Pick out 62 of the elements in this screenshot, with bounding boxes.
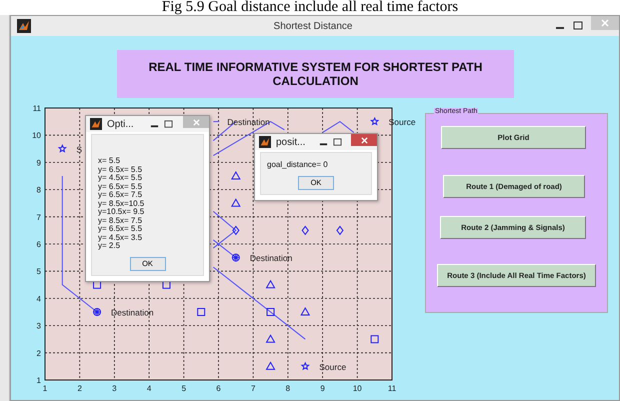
tick-label: 5 [36, 267, 41, 276]
square-marker [197, 308, 206, 316]
star-marker [370, 116, 380, 126]
app-icon [90, 118, 102, 130]
star-marker [300, 362, 310, 370]
route-line [322, 120, 354, 133]
square-marker [266, 308, 275, 316]
maximize-icon[interactable] [573, 21, 583, 31]
square-marker [370, 335, 379, 344]
triangle-marker [266, 334, 276, 343]
app-icon [259, 136, 271, 148]
tick-label: 8 [36, 186, 41, 195]
circle-marker [93, 308, 102, 316]
tick-label: 11 [32, 104, 41, 113]
tick-label: 10 [352, 384, 362, 393]
triangle-marker [266, 361, 276, 370]
tick-label: 6 [36, 240, 41, 249]
tick-label: 5 [182, 384, 186, 393]
maximize-icon[interactable] [333, 138, 342, 146]
triangle-marker [300, 307, 310, 316]
figure-caption: Fig 5.9 Goal distance include all real time factors [160, 0, 460, 15]
dialog-message: goal_distance= 0 [267, 161, 329, 170]
app-icon [17, 19, 31, 33]
tick-label: 1 [36, 376, 41, 385]
diamond-marker [232, 226, 240, 236]
dialog-message: x= 5.5 y= 6.5x= 5.5 y= 4.5x= 5.5 y= 6.5x= 5.5 y= 6.5x= 7.5 y= 8.5x=10.5 y=10.5x= 9.5 y= 8.5x= 7.5 y= 6.5x= 5.5 y= 4.5x= 3.5 y= 2.5 [98, 157, 146, 250]
point-label: Source [319, 362, 346, 372]
point-label: Destination [250, 253, 292, 264]
close-icon [192, 118, 200, 126]
tick-label: 10 [32, 131, 41, 140]
tick-label: 7 [250, 384, 256, 393]
circle-marker [232, 254, 240, 262]
star-marker [58, 144, 67, 153]
tick-label: 11 [388, 384, 396, 393]
header-banner: REAL TIME INFORMATIVE SYSTEM FOR SHORTEST PATH CALCULATION [117, 50, 514, 98]
tick-label: 8 [286, 384, 290, 393]
tick-label: 2 [36, 348, 41, 358]
window-title: Shortest Distance [272, 20, 354, 32]
diamond-marker [336, 226, 344, 236]
tick-label: 3 [112, 384, 117, 393]
close-icon [360, 136, 368, 144]
dialog-title: Opti... [107, 118, 135, 130]
tick-label: 4 [36, 294, 41, 304]
maximize-icon[interactable] [164, 120, 173, 128]
tick-label: 2 [77, 384, 82, 393]
close-button[interactable] [351, 134, 377, 146]
tick-label: 9 [36, 158, 41, 168]
square-marker [162, 280, 170, 289]
tick-label: 6 [216, 384, 221, 393]
tick-label: 1 [42, 384, 48, 393]
triangle-marker [230, 198, 241, 207]
triangle-marker [266, 280, 276, 288]
triangle-marker [230, 171, 241, 180]
tick-label: 3 [36, 322, 41, 331]
tick-label: 4 [146, 384, 152, 393]
close-icon [601, 19, 609, 27]
point-label: Destination [111, 308, 154, 318]
dialog-title: posit... [276, 136, 306, 148]
tick-label: 7 [36, 212, 41, 222]
tick-label: 9 [320, 384, 325, 393]
square-marker [93, 280, 102, 289]
diamond-marker [302, 226, 309, 236]
